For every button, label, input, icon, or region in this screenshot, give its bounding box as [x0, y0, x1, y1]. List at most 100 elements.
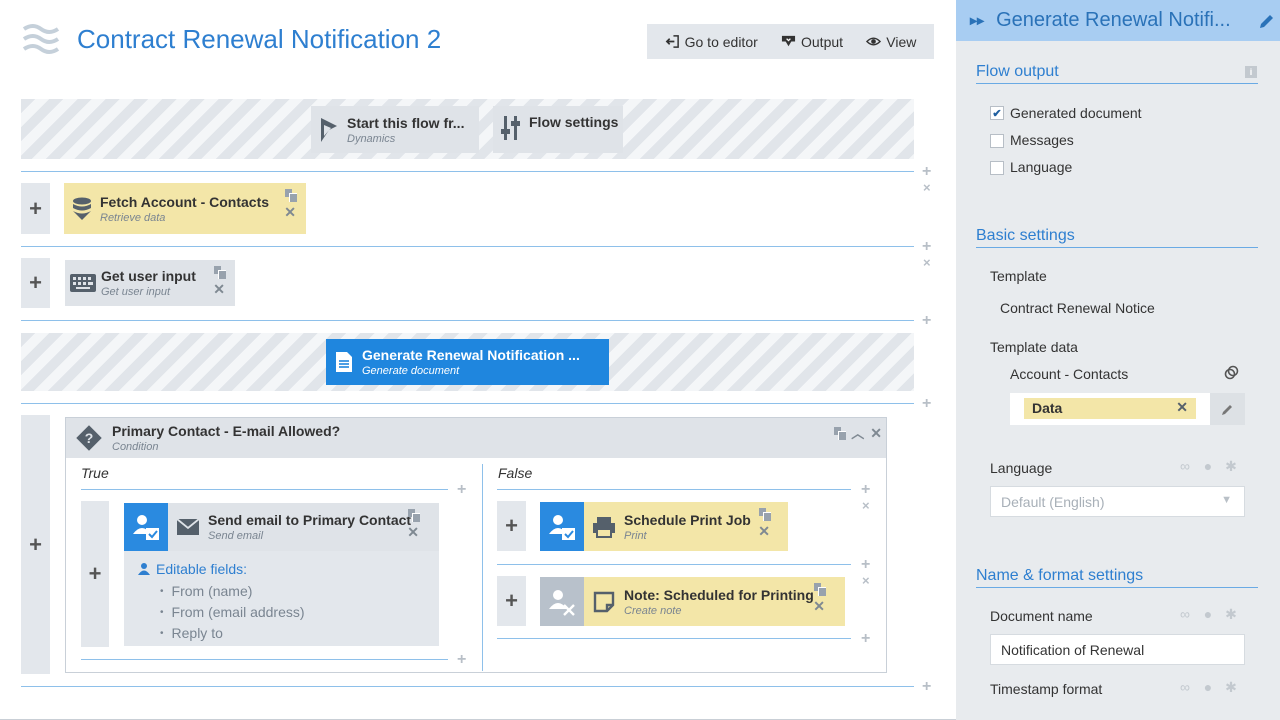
person-icon — [138, 563, 150, 575]
start-flow-card[interactable]: Start this flow fr... Dynamics — [311, 106, 479, 153]
create-note-card[interactable]: Note: Scheduled for Printing Create note… — [540, 577, 845, 626]
condition-header[interactable]: ? Primary Contact - E-mail Allowed? Cond… — [66, 418, 886, 458]
go-to-editor-icon — [665, 35, 679, 48]
add-step-icon[interactable]: + — [922, 164, 931, 180]
copy-icon[interactable] — [813, 583, 826, 596]
view-button[interactable]: View — [866, 34, 916, 50]
pencil-icon[interactable] — [1258, 12, 1276, 30]
generated-document-checkbox[interactable]: ✔ — [990, 106, 1004, 120]
send-email-card[interactable]: Send email to Primary Contact Send email… — [124, 503, 439, 646]
person-icon[interactable]: ● — [1201, 680, 1215, 694]
get-user-input-card[interactable]: Get user input Get user input ✕ — [65, 260, 235, 306]
add-parallel-button[interactable]: + — [21, 415, 50, 674]
document-name-label: Document name — [990, 608, 1093, 624]
note-icon — [584, 591, 624, 613]
copy-icon[interactable] — [834, 426, 847, 440]
messages-label: Messages — [1010, 132, 1074, 148]
messages-checkbox[interactable] — [990, 134, 1004, 148]
person-icon[interactable]: ● — [1201, 459, 1215, 473]
document-name-input[interactable]: Notification of Renewal — [990, 634, 1245, 665]
template-label: Template — [990, 268, 1047, 284]
start-flow-title: Start this flow fr... — [347, 114, 465, 131]
generate-document-card[interactable]: Generate Renewal Notification ... Genera… — [326, 339, 609, 385]
basic-settings-heading: Basic settings — [976, 227, 1258, 248]
collapse-icon[interactable]: ︿ — [851, 423, 864, 442]
keyboard-icon — [65, 273, 101, 293]
add-parallel-button[interactable]: + — [21, 183, 50, 234]
language-checkbox[interactable] — [990, 161, 1004, 175]
asterisk-icon[interactable]: ✱ — [1224, 607, 1238, 621]
timestamp-options: ∞ ● ✱ — [1178, 680, 1238, 694]
data-tag[interactable]: Data ✕ — [1024, 398, 1196, 419]
print-job-subtitle: Print — [624, 529, 647, 542]
collapse-panel-icon[interactable]: ▸▸ — [970, 12, 984, 29]
editable-fields[interactable]: Editable fields: — [124, 551, 439, 577]
remove-row-icon[interactable]: × — [923, 256, 931, 270]
copy-icon[interactable] — [213, 266, 226, 279]
add-step-icon[interactable]: + — [861, 557, 870, 573]
go-to-editor-button[interactable]: Go to editor — [665, 34, 758, 50]
remove-row-icon[interactable]: × — [862, 574, 870, 588]
condition-title: Primary Contact - E-mail Allowed? — [112, 423, 341, 439]
add-parallel-button[interactable]: + — [497, 501, 526, 551]
copy-icon[interactable] — [284, 189, 297, 202]
copy-icon[interactable] — [758, 508, 771, 521]
asterisk-icon[interactable]: ✱ — [1224, 459, 1238, 473]
question-icon: ? — [72, 425, 106, 451]
copy-icon[interactable] — [407, 509, 420, 522]
database-icon — [64, 197, 100, 221]
info-icon[interactable]: i — [1245, 66, 1257, 78]
output-button[interactable]: Output — [781, 34, 843, 50]
go-to-editor-label: Go to editor — [684, 33, 758, 50]
link-icon[interactable]: ∞ — [1178, 459, 1192, 473]
remove-row-icon[interactable]: × — [862, 499, 870, 513]
link-icon[interactable]: ∞ — [1178, 607, 1192, 621]
delete-icon[interactable]: ✕ — [407, 525, 419, 539]
add-step-icon[interactable]: + — [861, 631, 870, 647]
language-select-value: Default (English) — [1001, 494, 1105, 510]
branch-divider — [81, 489, 448, 490]
flow-designer: Contract Renewal Notification 2 Go to ed… — [0, 0, 1280, 720]
add-step-icon[interactable]: + — [922, 313, 931, 329]
link-icon[interactable] — [1224, 365, 1239, 380]
fetch-title: Fetch Account - Contacts — [100, 193, 270, 210]
add-step-icon[interactable]: + — [922, 396, 931, 412]
template-value[interactable]: Contract Renewal Notice — [1000, 300, 1155, 316]
remove-row-icon[interactable]: × — [923, 181, 931, 195]
asterisk-icon[interactable]: ✱ — [1224, 680, 1238, 694]
fetch-account-contacts-card[interactable]: Fetch Account - Contacts Retrieve data ✕ — [64, 183, 306, 234]
editable-field-item: Reply to — [160, 623, 439, 644]
delete-icon[interactable]: ✕ — [758, 524, 770, 538]
add-parallel-button[interactable]: + — [497, 576, 526, 626]
add-step-icon[interactable]: + — [457, 482, 466, 498]
condition-subtitle: Condition — [112, 441, 159, 453]
add-step-icon[interactable]: + — [922, 679, 931, 695]
remove-tag-icon[interactable]: ✕ — [1176, 399, 1188, 416]
edit-data-button[interactable] — [1210, 393, 1245, 425]
language-select[interactable]: Default (English) ▼ — [990, 486, 1245, 517]
note-title: Note: Scheduled for Printing — [624, 586, 814, 603]
false-branch-label: False — [498, 465, 533, 481]
view-label: View — [886, 33, 917, 50]
add-step-icon[interactable]: + — [861, 482, 870, 498]
link-icon[interactable]: ∞ — [1178, 680, 1192, 694]
row-divider — [21, 246, 914, 247]
start-flow-subtitle: Dynamics — [347, 132, 396, 145]
add-step-icon[interactable]: + — [922, 239, 931, 255]
data-tag-label: Data — [1032, 400, 1063, 416]
add-step-icon[interactable]: + — [457, 652, 466, 668]
add-parallel-button[interactable]: + — [81, 501, 109, 647]
person-icon[interactable]: ● — [1201, 607, 1215, 621]
delete-icon[interactable]: ✕ — [870, 426, 882, 440]
flow-settings-card[interactable]: Flow settings — [493, 106, 623, 153]
delete-icon[interactable]: ✕ — [284, 205, 296, 219]
add-parallel-button[interactable]: + — [21, 258, 50, 308]
envelope-icon — [168, 518, 208, 536]
user-input-subtitle: Get user input — [101, 286, 171, 298]
delete-icon[interactable]: ✕ — [213, 282, 225, 296]
user-check-icon — [540, 502, 584, 551]
delete-icon[interactable]: ✕ — [813, 599, 825, 613]
schedule-print-job-card[interactable]: Schedule Print Job Print ✕ — [540, 502, 788, 551]
branch-divider — [497, 564, 851, 565]
user-input-title: Get user input — [101, 268, 196, 284]
